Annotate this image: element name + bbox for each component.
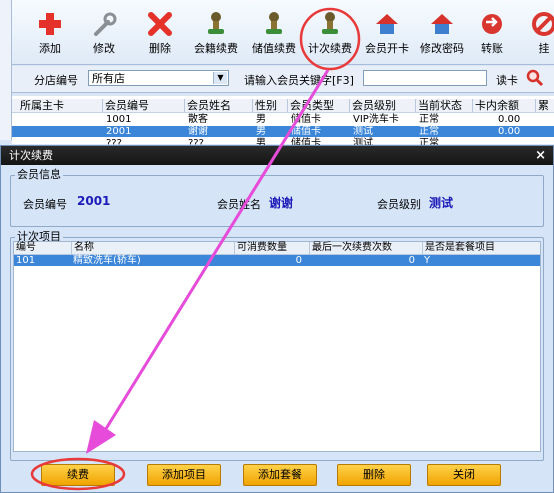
transfer-button[interactable]: 转账 — [472, 4, 512, 60]
table-row-selected[interactable]: 101 精致洗车(轿车) 0 0 Y — [14, 255, 540, 266]
table-row-selected[interactable]: 2001 谢谢 男 储值卡 测试 正常 0.00 — [12, 126, 554, 137]
stored-value-renew-button[interactable]: 储值续费 — [248, 4, 300, 60]
keyword-label: 请输入会员关键字[F3] — [244, 74, 354, 87]
member-management-window: 添加 修改 删除 会籍续费 储值续费 计次续费 会员开卡 修改密码 转账 挂 分… — [0, 0, 554, 493]
member-name-label: 会员姓名 — [217, 198, 261, 211]
search-icon[interactable] — [526, 69, 544, 87]
suspend-button[interactable]: 挂 — [526, 4, 554, 60]
plus-icon — [39, 13, 61, 35]
suspend-icon — [532, 12, 554, 36]
add-item-button[interactable]: 添加项目 — [147, 464, 221, 486]
delete-button[interactable]: 删除 — [140, 4, 180, 60]
read-card-label: 读卡 — [496, 74, 518, 87]
membership-renew-button[interactable]: 会籍续费 — [190, 4, 242, 60]
keyword-input[interactable] — [363, 70, 487, 86]
change-password-button[interactable]: 修改密码 — [416, 4, 468, 60]
count-items-table: 编号 名称 可消费数量 最后一次续费次数 是否是套餐项目 101 精致洗车(轿车… — [13, 241, 541, 452]
member-name-value: 谢谢 — [269, 196, 294, 210]
stamp-icon — [322, 12, 338, 34]
chevron-down-icon[interactable]: ▼ — [213, 72, 227, 84]
close-icon[interactable]: × — [535, 146, 546, 165]
edit-button[interactable]: 修改 — [84, 4, 124, 60]
member-info-title: 会员信息 — [15, 168, 63, 181]
store-select[interactable]: 所有店 ▼ — [88, 70, 229, 86]
items-table-header: 编号 名称 可消费数量 最后一次续费次数 是否是套餐项目 — [14, 242, 540, 255]
member-table-header: 所属主卡 会员编号 会员姓名 性别 会员类型 会员级别 当前状态 卡内余额 累 — [12, 99, 554, 113]
add-button[interactable]: 添加 — [30, 4, 70, 60]
left-panel-strip — [0, 0, 12, 140]
house-icon — [431, 14, 453, 34]
member-id-label: 会员编号 — [23, 198, 67, 211]
store-label: 分店编号 — [34, 74, 78, 87]
member-level-value: 测试 — [429, 196, 454, 210]
main-toolbar: 添加 修改 删除 会籍续费 储值续费 计次续费 会员开卡 修改密码 转账 挂 — [12, 0, 554, 65]
count-items-group: 计次项目 编号 名称 可消费数量 最后一次续费次数 是否是套餐项目 101 精致… — [10, 231, 544, 461]
member-level-label: 会员级别 — [377, 198, 421, 211]
member-table: 所属主卡 会员编号 会员姓名 性别 会员类型 会员级别 当前状态 卡内余额 累 … — [12, 96, 554, 149]
close-button[interactable]: 关闭 — [427, 464, 501, 486]
house-icon — [376, 14, 398, 34]
delete-x-icon — [148, 12, 172, 36]
member-info-group: 会员信息 会员编号 2001 会员姓名 谢谢 会员级别 测试 — [10, 169, 544, 227]
stamp-icon — [208, 12, 224, 34]
wrench-icon — [94, 12, 117, 36]
delete-item-button[interactable]: 删除 — [337, 464, 411, 486]
count-renew-dialog: 计次续费 × 会员信息 会员编号 2001 会员姓名 谢谢 会员级别 测试 计次… — [0, 145, 554, 493]
member-id-value: 2001 — [77, 194, 111, 208]
filter-bar: 分店编号 所有店 ▼ 请输入会员关键字[F3] 读卡 — [12, 66, 554, 93]
transfer-icon — [482, 14, 502, 34]
count-renew-button[interactable]: 计次续费 — [304, 4, 356, 60]
dialog-title-bar[interactable]: 计次续费 × — [1, 146, 553, 165]
renew-button[interactable]: 续费 — [41, 464, 115, 486]
open-card-button[interactable]: 会员开卡 — [360, 4, 414, 60]
table-row[interactable]: 1001 散客 男 储值卡 VIP洗车卡 正常 0.00 — [12, 114, 554, 125]
add-package-button[interactable]: 添加套餐 — [243, 464, 317, 486]
stamp-icon — [266, 12, 282, 34]
dialog-title: 计次续费 — [9, 149, 53, 162]
